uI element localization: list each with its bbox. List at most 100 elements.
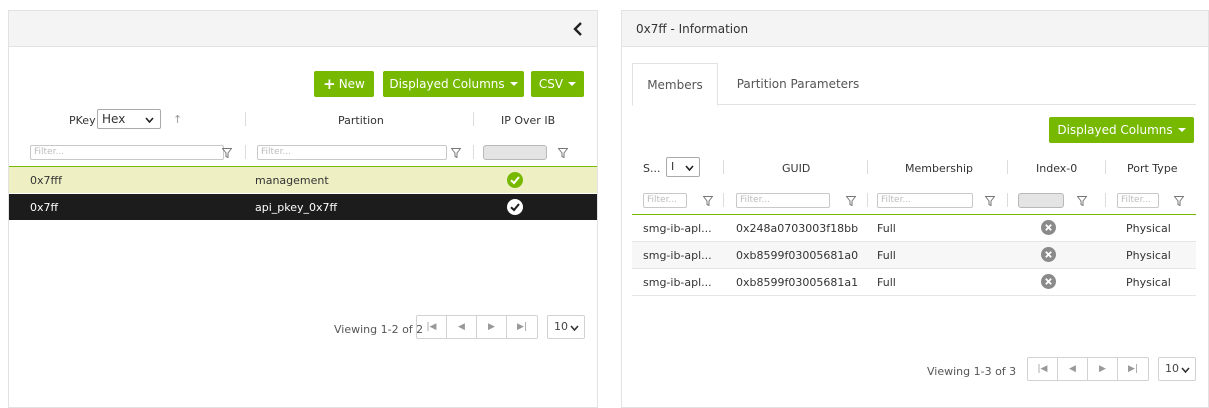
- column-divider: [245, 145, 246, 159]
- chevron-left-icon[interactable]: [569, 19, 587, 39]
- system-select[interactable]: I: [666, 157, 700, 177]
- ip-over-ib-filter-select[interactable]: [483, 145, 547, 160]
- partition-filter-input[interactable]: Filter...: [257, 145, 447, 160]
- pkey-format-value: Hex: [102, 112, 126, 126]
- index0-filter-select[interactable]: [1018, 193, 1064, 208]
- tabs-bar: Members Partition Parameters: [632, 63, 1196, 106]
- column-divider: [723, 160, 724, 174]
- row-divider: [632, 295, 1196, 296]
- column-divider: [867, 193, 868, 207]
- page-size-select[interactable]: 10: [547, 315, 585, 339]
- pager-buttons: |◀ ◀ ▶ ▶|: [1027, 357, 1149, 381]
- csv-button-label: CSV: [538, 77, 564, 91]
- chevron-down-icon: [685, 165, 694, 171]
- prev-page-icon[interactable]: ◀: [447, 316, 477, 338]
- table-row[interactable]: smg-ib-apl... 0xb8599f03005681a0 Full Ph…: [632, 242, 1196, 268]
- membership-cell: Full: [877, 276, 896, 289]
- column-divider: [867, 160, 868, 174]
- partition-cell: api_pkey_0x7ff: [255, 201, 338, 214]
- port-type-cell: Physical: [1126, 276, 1171, 289]
- panel-header: 0x7ff - Information: [622, 11, 1208, 47]
- filter-funnel-icon[interactable]: [1077, 196, 1087, 206]
- pkey-cell: 0x7ff: [30, 201, 59, 214]
- partition-cell: management: [255, 174, 329, 187]
- column-header-pkey[interactable]: PKey: [69, 114, 96, 127]
- x-circle-icon: [1041, 220, 1056, 235]
- system-cell: smg-ib-apl...: [643, 249, 712, 262]
- filter-funnel-icon[interactable]: [846, 196, 856, 206]
- new-button[interactable]: + New: [314, 71, 374, 97]
- port-type-cell: Physical: [1126, 222, 1171, 235]
- chevron-down-icon: [1181, 367, 1190, 373]
- page-size-select[interactable]: 10: [1158, 357, 1196, 381]
- chevron-down-icon: [570, 325, 579, 331]
- chevron-down-icon: [145, 117, 154, 123]
- column-divider: [1007, 160, 1008, 174]
- next-page-icon[interactable]: ▶: [1088, 358, 1118, 380]
- column-header-guid[interactable]: GUID: [782, 162, 810, 175]
- column-divider: [473, 112, 474, 126]
- column-divider: [245, 112, 246, 126]
- next-page-icon[interactable]: ▶: [477, 316, 507, 338]
- column-header-index0[interactable]: Index-0: [1036, 162, 1077, 175]
- pkey-filter-input[interactable]: Filter...: [30, 145, 224, 160]
- guid-filter-input[interactable]: Filter...: [736, 193, 830, 208]
- column-divider: [473, 145, 474, 159]
- page-size-value: 10: [1165, 362, 1179, 375]
- first-page-icon[interactable]: |◀: [417, 316, 447, 338]
- pkey-format-select[interactable]: Hex: [97, 109, 161, 129]
- x-circle-icon: [1041, 247, 1056, 262]
- panel-header: [9, 11, 597, 47]
- column-divider: [1007, 193, 1008, 207]
- column-header-system[interactable]: S...: [643, 162, 660, 175]
- system-filter-input[interactable]: Filter...: [643, 193, 687, 208]
- guid-cell: 0xb8599f03005681a0: [736, 249, 859, 262]
- displayed-columns-button[interactable]: Displayed Columns: [383, 71, 524, 97]
- port-type-filter-input[interactable]: Filter...: [1117, 193, 1159, 208]
- system-select-value: I: [671, 160, 675, 173]
- column-header-ip-over-ib[interactable]: IP Over IB: [501, 114, 555, 127]
- filter-funnel-icon[interactable]: [1174, 196, 1184, 206]
- pager-buttons: |◀ ◀ ▶ ▶|: [416, 315, 538, 339]
- last-page-icon[interactable]: ▶|: [507, 316, 537, 338]
- column-header-partition[interactable]: Partition: [338, 114, 384, 127]
- column-header-port-type[interactable]: Port Type: [1127, 162, 1178, 175]
- tab-members[interactable]: Members: [632, 63, 718, 106]
- first-page-icon[interactable]: |◀: [1028, 358, 1058, 380]
- guid-cell: 0x248a0703003f18bb: [736, 222, 859, 235]
- table-row[interactable]: 0x7fff management: [9, 167, 597, 193]
- tab-partition-parameters[interactable]: Partition Parameters: [728, 63, 868, 105]
- csv-button[interactable]: CSV: [531, 71, 584, 97]
- pager-viewing-text: Viewing 1-2 of 2: [334, 323, 424, 336]
- partitions-panel: + New Displayed Columns CSV PKey Hex ↑ P…: [8, 10, 598, 408]
- table-row[interactable]: 0x7ff api_pkey_0x7ff: [9, 194, 597, 220]
- caret-down-icon: [1177, 128, 1186, 132]
- table-row[interactable]: smg-ib-apl... 0x248a0703003f18bb Full Ph…: [632, 215, 1196, 241]
- sort-arrow-icon[interactable]: ↑: [173, 113, 182, 126]
- last-page-icon[interactable]: ▶|: [1118, 358, 1148, 380]
- system-cell: smg-ib-apl...: [643, 276, 712, 289]
- filter-funnel-icon[interactable]: [558, 148, 568, 158]
- guid-cell: 0xb8599f03005681a1: [736, 276, 859, 289]
- table-row[interactable]: smg-ib-apl... 0xb8599f03005681a1 Full Ph…: [632, 269, 1196, 295]
- column-header-membership[interactable]: Membership: [905, 162, 973, 175]
- column-divider: [1105, 160, 1106, 174]
- plus-icon: +: [323, 75, 336, 93]
- displayed-columns-label: Displayed Columns: [1057, 123, 1173, 137]
- prev-page-icon[interactable]: ◀: [1058, 358, 1088, 380]
- x-circle-icon: [1041, 274, 1056, 289]
- system-cell: smg-ib-apl...: [643, 222, 712, 235]
- filter-funnel-icon[interactable]: [985, 196, 995, 206]
- displayed-columns-label: Displayed Columns: [389, 77, 505, 91]
- information-panel: 0x7ff - Information Members Partition Pa…: [621, 10, 1209, 408]
- page-size-value: 10: [554, 320, 568, 333]
- check-circle-icon: [507, 199, 523, 215]
- membership-filter-input[interactable]: Filter...: [877, 193, 973, 208]
- filter-funnel-icon[interactable]: [703, 196, 713, 206]
- displayed-columns-button[interactable]: Displayed Columns: [1049, 117, 1194, 143]
- membership-cell: Full: [877, 222, 896, 235]
- filter-funnel-icon[interactable]: [451, 148, 461, 158]
- column-divider: [723, 193, 724, 207]
- check-circle-icon: [507, 172, 523, 188]
- filter-funnel-icon[interactable]: [222, 148, 232, 158]
